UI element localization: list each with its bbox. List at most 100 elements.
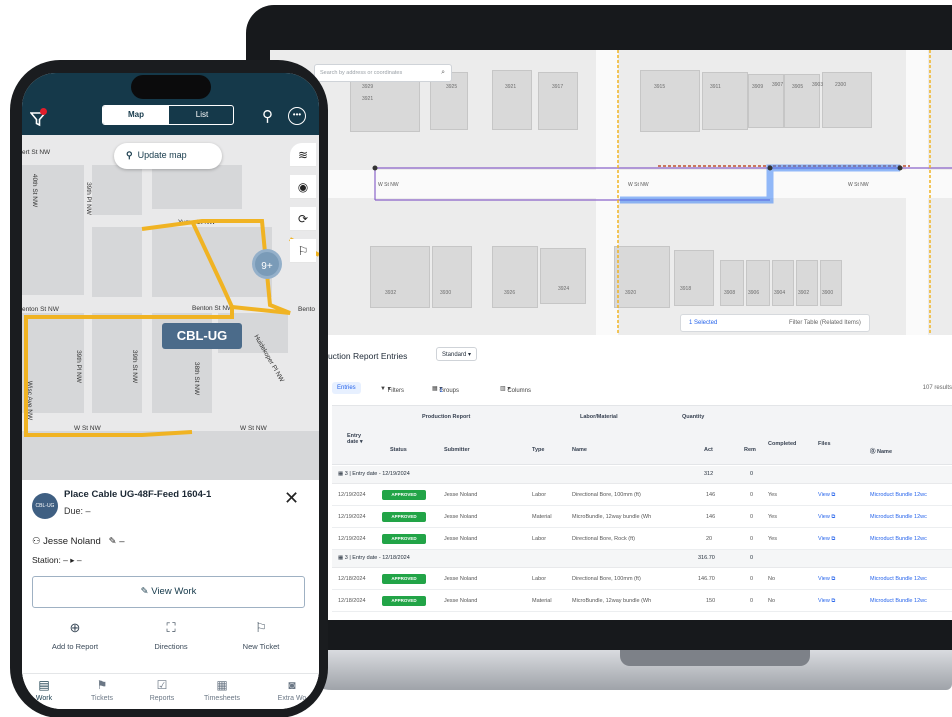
col-type[interactable]: Type (532, 447, 544, 453)
new-ticket-button[interactable]: ⚐ New Ticket (216, 620, 306, 651)
add-to-report-button[interactable]: ⊕ Add to Report (30, 620, 120, 651)
camera-icon: ◙ (288, 678, 296, 692)
view-files-link[interactable]: View ⧉ (818, 536, 835, 543)
col-item-name-label: Name (877, 449, 893, 455)
tab-list[interactable]: List (169, 106, 233, 124)
ticket-icon: ⚑ (96, 678, 108, 692)
layers-icon[interactable]: ≋ (290, 143, 316, 167)
group-row[interactable]: ▦ 3 | Entry date - 12/18/2024 316.70 0 (332, 550, 952, 568)
nav-reports-label: Reports (149, 695, 175, 702)
assignee: ⚇ Jesse Noland ✎ – (32, 536, 125, 547)
col-rem[interactable]: Rem (744, 447, 756, 453)
view-files-link[interactable]: View ⧉ (818, 492, 835, 499)
group-row[interactable]: ▦ 3 | Entry date - 12/19/2024 312 0 (332, 466, 952, 484)
person-icon: ⚇ (32, 536, 41, 547)
selected-count[interactable]: 1 Selected (689, 320, 717, 326)
columns-button[interactable]: ▥ Columns ▾ (500, 385, 531, 394)
nav-reports[interactable]: ☑ Reports (132, 678, 192, 702)
nav-work-label: Work (35, 695, 53, 702)
dynamic-island (131, 75, 211, 99)
nav-timesheets[interactable]: ▦ Timesheets (192, 678, 252, 702)
table-row[interactable]: 12/19/2024 APPROVED Jesse Noland Materia… (332, 506, 952, 528)
more-options-icon[interactable]: ••• (288, 107, 306, 125)
filter-table-toggle[interactable]: Filter Table (Related Items) (789, 320, 861, 326)
nav-tickets[interactable]: ⚑ Tickets (72, 678, 132, 702)
view-select[interactable]: Standard ▾ (436, 347, 478, 361)
update-map-button[interactable]: ⚲ Update map (114, 143, 222, 169)
col-act[interactable]: Act (704, 447, 713, 453)
table-row[interactable]: 12/19/2024 APPROVED Jesse Noland Labor D… (332, 484, 952, 506)
locate-icon[interactable]: ◉ (290, 175, 316, 199)
search-icon[interactable]: ⌕ (441, 69, 445, 77)
cable-route[interactable] (22, 135, 319, 480)
cell-name: MicroBundle, 12way bundle (Wh (572, 598, 652, 604)
directions-button[interactable]: ⛶ Directions (126, 620, 216, 651)
view-files-link[interactable]: View ⧉ (818, 598, 835, 605)
search-icon[interactable]: ⚲ (262, 107, 273, 125)
col-files[interactable]: Files (818, 441, 831, 447)
cell-submitter: Jesse Noland (444, 598, 478, 604)
table-group-header: Production Report Labor/Material Quantit… (332, 405, 952, 427)
item-link[interactable]: Microduct Bundle 12wc (870, 514, 927, 520)
cell-date: 12/19/2024 (338, 492, 366, 498)
cell-rem: 0 (750, 492, 754, 498)
groups-count: 1 (439, 388, 443, 394)
cable-path (190, 220, 234, 308)
col-completed[interactable]: Completed (768, 441, 796, 447)
col-status[interactable]: Status (390, 447, 407, 453)
nav-work[interactable]: ▤ Work (22, 678, 74, 702)
table-row[interactable]: 12/18/2024 APPROVED Jesse Noland Materia… (332, 590, 952, 612)
nav-extra-work[interactable]: ◙ Extra Wo (262, 678, 319, 702)
table-row[interactable]: 12/19/2024 APPROVED Jesse Noland Labor D… (332, 528, 952, 550)
view-files-label: View (818, 514, 830, 520)
col-group-quantity: Quantity (682, 414, 705, 420)
phone-map[interactable]: ert St NW 39th Pl NW Yuma St NW Benton S… (22, 135, 319, 480)
desktop-map-search-input[interactable]: Search by address or coordinates ⌕ (314, 64, 452, 82)
close-icon[interactable]: ✕ (284, 488, 299, 509)
route-overlay[interactable] (270, 50, 952, 335)
desktop-map[interactable]: 3929 3921 3925 3921 3917 3915 3911 3909 … (270, 50, 952, 335)
view-files-label: View (818, 598, 830, 604)
cable-label[interactable]: CBL-UG (162, 323, 242, 349)
groups-button[interactable]: ▦ Groups 1 ▾ (432, 385, 459, 394)
item-link[interactable]: Microduct Bundle 12wc (870, 492, 927, 498)
station: Station: – ▸ – (32, 555, 82, 565)
flag-icon[interactable]: ⚐ (290, 239, 316, 263)
pencil-icon[interactable]: ✎ (109, 536, 117, 547)
refresh-icon[interactable]: ⟳ (290, 207, 316, 231)
status-badge: APPROVED (382, 596, 426, 606)
cell-rem: 0 (750, 598, 754, 604)
view-files-link[interactable]: View ⧉ (818, 576, 835, 583)
group-label: ▦ 3 | Entry date - 12/18/2024 (338, 555, 410, 561)
view-files-label: View (818, 576, 830, 582)
tab-map[interactable]: Map (103, 106, 169, 124)
selection-bar[interactable]: 1 Selected Filter Table (Related Items) (680, 314, 870, 332)
item-link[interactable]: Microduct Bundle 12wc (870, 576, 927, 582)
col-submitter[interactable]: Submitter (444, 447, 470, 453)
map-icon: ⛶ (166, 620, 176, 635)
view-files-link[interactable]: View ⧉ (818, 514, 835, 521)
status-badge: APPROVED (382, 490, 426, 500)
status-badge: APPROVED (382, 574, 426, 584)
cell-rem: 0 (750, 514, 754, 520)
clipboard-icon: ▤ (38, 678, 50, 692)
cell-date: 12/18/2024 (338, 576, 366, 582)
view-work-button[interactable]: ✎ View Work (32, 576, 305, 608)
item-link[interactable]: Microduct Bundle 12wc (870, 536, 927, 542)
filters-button[interactable]: ▼ Filters ▾ (380, 385, 404, 394)
add-to-report-label: Add to Report (51, 642, 99, 651)
node (897, 165, 903, 171)
col-item-name[interactable]: ⓪ Name (870, 447, 892, 455)
col-entry-date[interactable]: Entry date ▾ (347, 433, 371, 445)
item-link[interactable]: Microduct Bundle 12wc (870, 598, 927, 604)
tab-entries[interactable]: Entries (332, 382, 361, 394)
map-list-toggle[interactable]: Map List (102, 105, 234, 125)
group-label-text: 3 | Entry date - 12/19/2024 (344, 471, 410, 477)
col-name[interactable]: Name (572, 447, 587, 453)
table-row[interactable]: 12/18/2024 APPROVED Jesse Noland Labor D… (332, 568, 952, 590)
nav-extra-work-label: Extra Wo (277, 695, 307, 702)
cell-completed: No (768, 598, 776, 604)
table-column-header: Entry date ▾ Status Submitter Type Name … (332, 427, 952, 465)
plus-circle-icon: ⊕ (69, 620, 81, 635)
map-cluster[interactable]: 9+ (252, 249, 282, 279)
